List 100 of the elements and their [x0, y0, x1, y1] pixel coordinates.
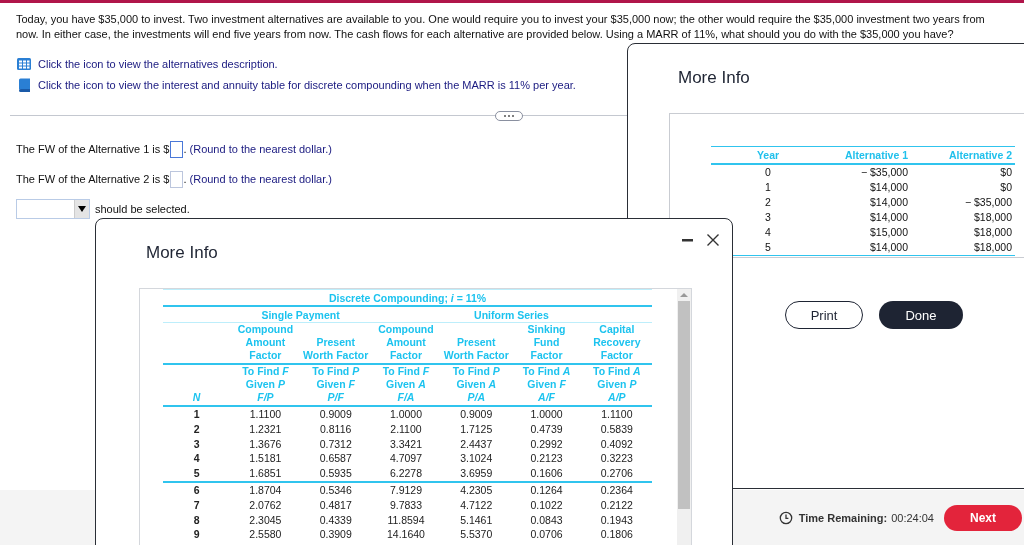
table-cell: 7.9129	[389, 484, 423, 496]
factor-name: Factor	[388, 349, 423, 362]
time-value: 00:24:04	[891, 511, 934, 524]
factor-name: Recovery	[592, 336, 642, 349]
find-label: To Find P	[311, 365, 361, 378]
period-number: 8	[193, 513, 200, 526]
table-cell: 2.1100	[390, 422, 422, 435]
dialog-title: More Info	[146, 243, 218, 263]
done-button[interactable]: Done	[879, 301, 963, 329]
period-number: 6	[193, 484, 200, 496]
table-cell: 1.7125	[460, 422, 493, 435]
factor-name: Amount	[385, 336, 427, 349]
factor-symbol: F/P	[256, 391, 275, 404]
table-cell: 0.3223	[600, 452, 633, 465]
factor-symbol: P/A	[466, 391, 486, 404]
table-cell: 0.1806	[600, 528, 633, 541]
table-cell: 1.3676	[249, 437, 282, 450]
column-header: N	[191, 391, 202, 404]
table-cell: 4.7122	[460, 498, 493, 511]
period-number: 5	[193, 467, 200, 480]
table-cell: 0	[711, 164, 825, 180]
table-cell: 0.2122	[600, 498, 633, 511]
find-label: To Find A	[592, 365, 642, 378]
factor-name: Worth Factor	[302, 349, 370, 362]
period-number: 2	[193, 422, 200, 435]
book-icon[interactable]	[16, 76, 32, 93]
scroll-up-icon[interactable]	[680, 292, 688, 298]
table-cell: 0.9009	[319, 408, 352, 420]
table-cell-text: $18,000	[973, 210, 1013, 225]
factor-symbol: F/A	[396, 391, 416, 404]
find-label: To Find A	[521, 365, 572, 378]
table-cell: 9.7833	[389, 498, 423, 511]
table-cell: 0.6587	[319, 452, 352, 465]
table-cell: 0.8116	[320, 422, 352, 435]
table-cell-text: $0	[999, 180, 1013, 195]
table-cell-text: 2	[764, 195, 772, 210]
factor-name: Amount	[244, 336, 287, 349]
group-header: Uniform Series	[474, 309, 549, 321]
table-cell: $18,000	[911, 240, 1015, 256]
factor-symbol: A/F	[537, 391, 556, 404]
period-text: .	[183, 143, 187, 155]
link-text[interactable]: Click the icon to view the alternatives description.	[38, 57, 278, 70]
table-cell: 0.1943	[600, 513, 633, 526]
period-number: 4	[193, 452, 200, 465]
period-text: .	[183, 173, 187, 185]
factor-symbol: A/P	[607, 391, 627, 404]
table-cell: 1.0000	[389, 408, 423, 420]
period-number: 3	[193, 437, 200, 450]
factor-name: Present	[315, 336, 356, 349]
table-cell: 0.0706	[530, 528, 563, 541]
table-cell: 6.2278	[389, 467, 423, 480]
factor-name: Compound	[377, 323, 435, 336]
factor-symbol: P/F	[326, 391, 345, 404]
table-cell-text: 1	[764, 180, 772, 195]
table-cell: 3.3421	[389, 437, 423, 450]
table-icon[interactable]	[16, 55, 32, 72]
find-label: To Find F	[241, 365, 290, 378]
close-icon[interactable]	[706, 233, 720, 247]
factor-name: Factor	[599, 349, 634, 362]
table-cell: 0.4092	[600, 437, 633, 450]
table-cell: 0.1022	[530, 498, 563, 511]
find-label: To Find P	[451, 365, 501, 378]
table-cell: 0.7312	[319, 437, 352, 450]
table-cell-text: 4	[764, 225, 772, 240]
answer-box[interactable]	[170, 140, 184, 158]
next-button[interactable]: Next	[944, 504, 1022, 531]
table-cell: 2.3045	[249, 513, 282, 526]
table-cell: 0.3909	[319, 528, 352, 541]
select-label: should be selected.	[95, 203, 190, 215]
group-header: Single Payment	[261, 309, 340, 321]
factor-name: Capital	[598, 323, 636, 336]
table-cell: 1.2321	[249, 422, 282, 435]
table-cell: 2.0762	[249, 498, 282, 511]
factor-name: Factor	[248, 349, 283, 362]
table-cell-text: $14,000	[869, 195, 909, 210]
table-cell-text: $14,000	[869, 180, 909, 195]
answer-label: The FW of the Alternative 2 is $	[16, 173, 170, 185]
table-cell: 0.2992	[530, 437, 563, 450]
table-caption: Discrete Compounding; i = 11%	[328, 292, 487, 304]
clock-icon	[778, 510, 793, 525]
print-button[interactable]: Print	[785, 301, 863, 329]
table-cell: 0.2706	[600, 467, 633, 480]
table-cell: 1.5181	[249, 452, 282, 465]
given-label: Given F	[315, 378, 356, 391]
table-cell: $14,000	[825, 240, 911, 256]
table-cell: 1.1100	[249, 408, 282, 420]
table-cell: 0.5839	[600, 422, 633, 435]
factor-name: Factor	[529, 349, 564, 362]
table-cell: 5.5370	[460, 528, 493, 541]
period-number: 9	[193, 528, 200, 541]
scrollbar[interactable]	[677, 289, 691, 545]
table-cell-text: $14,000	[869, 210, 909, 225]
given-label: Given P	[244, 378, 286, 391]
time-label: Time Remaining:	[798, 511, 888, 524]
given-label: Given A	[455, 378, 498, 391]
column-header: Alternative 2	[911, 146, 1015, 164]
factor-name: Compound	[236, 323, 295, 336]
link-text[interactable]: Click the icon to view the interest and annuity table for discrete compounding when the MARR is 11% per year.	[38, 78, 576, 91]
expand-handle[interactable]	[495, 111, 523, 121]
table-cell: 0.5346	[319, 484, 352, 496]
